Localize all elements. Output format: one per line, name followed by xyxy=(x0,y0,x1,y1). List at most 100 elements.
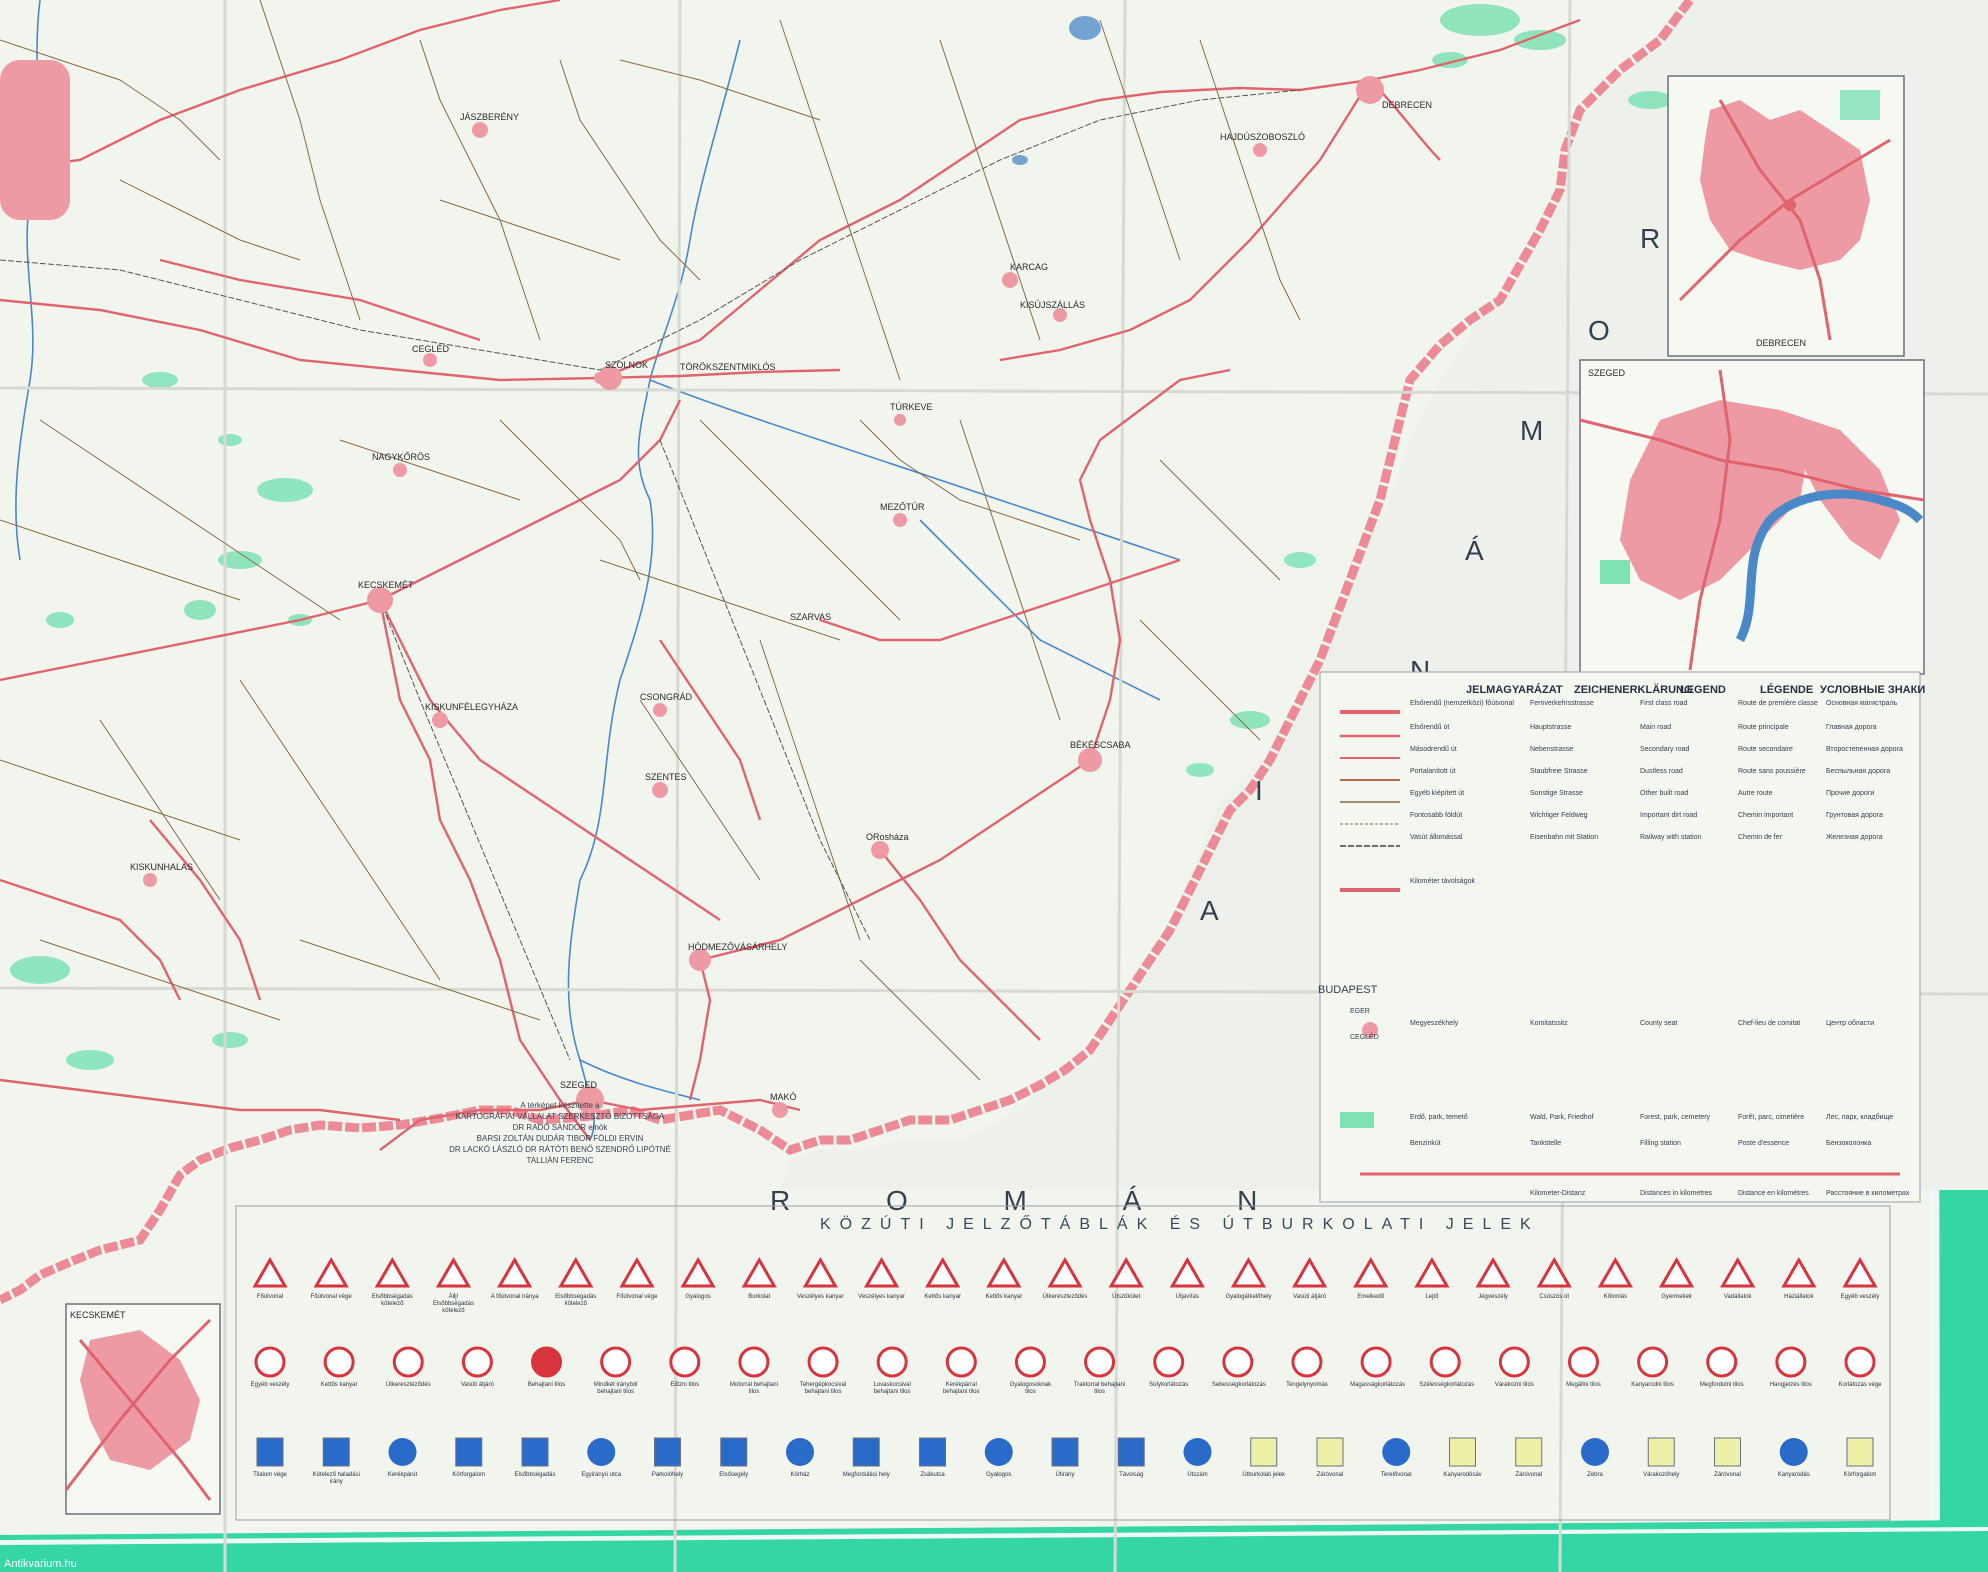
sign-3-7-label: Parkolóhely xyxy=(651,1472,684,1478)
sign-3-13-label: Útirány xyxy=(1055,1472,1075,1478)
sign-3-11-label: Zsákutca xyxy=(920,1472,945,1478)
sign-3-1-symbol xyxy=(256,1437,284,1467)
sign-1-12-label: Kettős kanyar xyxy=(924,1294,962,1300)
sign-2-14-symbol xyxy=(1153,1346,1185,1378)
sign-2-8-symbol xyxy=(738,1346,770,1378)
sign-2-11-symbol xyxy=(945,1346,977,1378)
sign-2-20-label: Megállni tilos xyxy=(1566,1382,1601,1388)
sign-3-6-symbol xyxy=(587,1438,616,1466)
sign-1-27-label: Egyéb veszély xyxy=(1840,1294,1880,1300)
sign-1-9-symbol xyxy=(741,1256,777,1288)
sign-1-14-label: Útkereszteződés xyxy=(1042,1294,1088,1300)
sign-1-24-label: Gyermekek xyxy=(1661,1294,1692,1300)
sign-1-4-symbol xyxy=(435,1256,472,1288)
sign-2-1-symbol xyxy=(254,1346,286,1378)
sign-2-10-label: Lovaskocsival behajtani tilos xyxy=(873,1382,911,1395)
sign-2-16-symbol xyxy=(1291,1346,1323,1378)
sign-2-3-label: Útkereszteződés xyxy=(385,1382,431,1388)
sign-1-15-label: Útszűkület xyxy=(1112,1294,1141,1300)
sign-3-3-symbol xyxy=(388,1438,417,1466)
sign-2-6-symbol xyxy=(600,1346,632,1378)
sign-3-12-symbol xyxy=(984,1438,1013,1466)
sign-2-2-label: Kettős kanyar xyxy=(320,1382,358,1388)
traffic-signs-panel xyxy=(235,1205,1891,1521)
sign-1-4-label: Állj! Elsőbbségadás kötelező xyxy=(432,1294,474,1314)
sign-2-14-label: Súlykorlátozás xyxy=(1149,1382,1189,1388)
sign-1-21-label: Jégveszély xyxy=(1478,1294,1508,1300)
sign-3-11-symbol xyxy=(919,1437,946,1467)
sign-2-7-symbol xyxy=(669,1346,701,1378)
sign-1-11-label: Veszélyes kanyar xyxy=(858,1294,905,1300)
signs-row-prohibition xyxy=(254,1346,1876,1378)
sign-2-13-symbol xyxy=(1084,1346,1116,1378)
sign-1-25-label: Vadállatok xyxy=(1723,1294,1752,1300)
sign-2-23-symbol xyxy=(1775,1346,1807,1378)
sign-2-9-symbol xyxy=(807,1346,839,1378)
sign-1-22-symbol xyxy=(1536,1256,1572,1288)
sign-2-24-label: Korlátozás vége xyxy=(1838,1382,1882,1388)
sign-1-6-label: Elsőbbségadás kötelező xyxy=(555,1294,597,1307)
sign-2-5-symbol xyxy=(531,1346,563,1378)
sign-2-2-symbol xyxy=(323,1346,355,1378)
sign-1-10-label: Veszélyes kanyar xyxy=(797,1294,844,1300)
sign-2-22-symbol xyxy=(1706,1346,1738,1378)
sign-3-16-label: Útburkolati jelek xyxy=(1242,1472,1286,1478)
sign-1-8-symbol xyxy=(680,1256,716,1288)
sign-2-13-label: Traktorral behajtani tilos xyxy=(1073,1382,1126,1395)
sign-2-20-symbol xyxy=(1567,1346,1599,1378)
sign-3-1-label: Tilalom vége xyxy=(253,1472,287,1478)
sign-1-13-symbol xyxy=(986,1256,1022,1288)
sign-3-10-symbol xyxy=(852,1437,880,1467)
sign-3-5-label: Elsőbbségadás xyxy=(514,1472,556,1478)
sign-3-22-label: Várakozóhely xyxy=(1643,1472,1680,1478)
sign-1-3-label: Elsőbbségadás kötelező xyxy=(371,1294,413,1307)
sign-1-7-label: Főútvonal vége xyxy=(616,1294,658,1300)
sign-1-13-label: Kettős kanyar xyxy=(985,1294,1023,1300)
sign-1-7-symbol xyxy=(619,1256,655,1288)
watermark: Antikvarium.hu xyxy=(4,1558,77,1570)
sign-1-11-symbol xyxy=(863,1256,900,1288)
sign-1-15-symbol xyxy=(1108,1256,1144,1288)
sign-2-15-symbol xyxy=(1222,1346,1254,1378)
sign-2-17-symbol xyxy=(1360,1346,1392,1378)
sign-3-18-label: Terelővonal xyxy=(1380,1472,1412,1478)
sign-3-2-symbol xyxy=(322,1437,350,1467)
sign-1-1-symbol xyxy=(252,1256,288,1288)
sign-1-17-label: Gyalogátkelőhely xyxy=(1225,1294,1272,1300)
sign-3-15-label: Útszám xyxy=(1187,1472,1208,1478)
sign-3-16-symbol xyxy=(1250,1437,1278,1467)
signs-row-warning xyxy=(252,1256,1878,1288)
sign-2-22-label: Megfordulni tilos xyxy=(1699,1382,1744,1388)
sign-2-19-symbol xyxy=(1498,1346,1530,1378)
sign-2-4-symbol xyxy=(461,1346,493,1378)
sign-1-26-symbol xyxy=(1781,1256,1817,1288)
sign-3-15-symbol xyxy=(1183,1438,1212,1466)
sign-1-6-symbol xyxy=(558,1256,594,1288)
sign-2-4-label: Vasúti átjáró xyxy=(460,1382,494,1388)
sign-1-22-label: Csúszós út xyxy=(1539,1294,1570,1300)
sign-1-16-label: Útjavítás xyxy=(1175,1294,1199,1300)
sign-1-18-label: Vasúti átjáró xyxy=(1293,1294,1327,1300)
sign-3-14-label: Távolság xyxy=(1119,1472,1144,1478)
sign-2-24-symbol xyxy=(1844,1346,1876,1378)
sign-2-15-label: Sebességkorlátozás xyxy=(1211,1382,1266,1388)
sign-3-7-symbol xyxy=(654,1437,681,1467)
sign-1-2-label: Főútvonal vége xyxy=(310,1294,352,1300)
sign-3-3-label: Kerékpárút xyxy=(387,1472,418,1478)
sign-2-3-symbol xyxy=(392,1346,424,1378)
sign-3-13-symbol xyxy=(1051,1437,1079,1467)
sign-3-18-symbol xyxy=(1382,1438,1411,1466)
sign-2-10-symbol xyxy=(876,1346,908,1378)
signs-row-mandatory xyxy=(256,1437,1874,1467)
sign-1-23-label: Kőomlás xyxy=(1603,1294,1628,1300)
sign-3-25-symbol xyxy=(1846,1437,1874,1467)
sign-1-20-symbol xyxy=(1414,1256,1450,1288)
sign-2-18-symbol xyxy=(1429,1346,1461,1378)
sign-2-21-symbol xyxy=(1637,1346,1669,1378)
sign-2-17-label: Magasságkorlátozás xyxy=(1350,1382,1406,1388)
sign-3-22-symbol xyxy=(1647,1437,1675,1467)
sign-3-21-symbol xyxy=(1581,1438,1609,1466)
sign-1-26-label: Háziállatok xyxy=(1784,1294,1814,1300)
sign-3-2-label: Kötelező haladási irány xyxy=(312,1472,360,1485)
sign-3-9-symbol xyxy=(786,1438,814,1466)
